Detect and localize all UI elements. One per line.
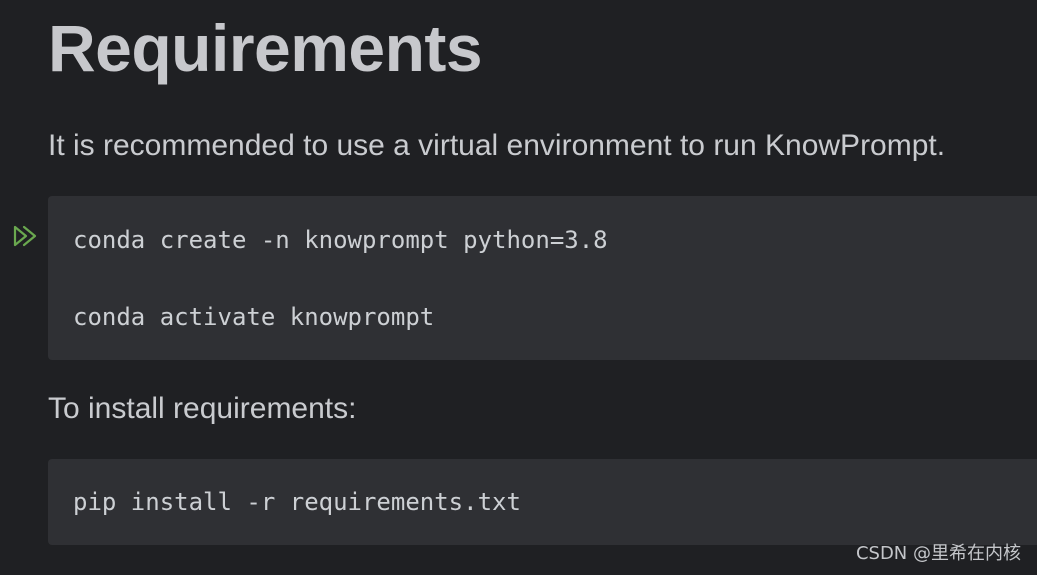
page-title: Requirements	[48, 11, 483, 85]
code-line: conda activate knowprompt	[73, 303, 435, 331]
code-line: pip install -r requirements.txt	[73, 488, 521, 516]
code-block-pip[interactable]: pip install -r requirements.txt	[48, 459, 1037, 545]
intro-paragraph: It is recommended to use a virtual envir…	[48, 129, 946, 162]
run-double-chevron-icon[interactable]	[12, 224, 40, 248]
code-line: conda create -n knowprompt python=3.8	[73, 226, 608, 254]
code-block-conda[interactable]: conda create -n knowprompt python=3.8 co…	[48, 196, 1037, 360]
install-paragraph: To install requirements:	[48, 392, 357, 425]
watermark: CSDN @里希在内核	[855, 543, 1021, 564]
